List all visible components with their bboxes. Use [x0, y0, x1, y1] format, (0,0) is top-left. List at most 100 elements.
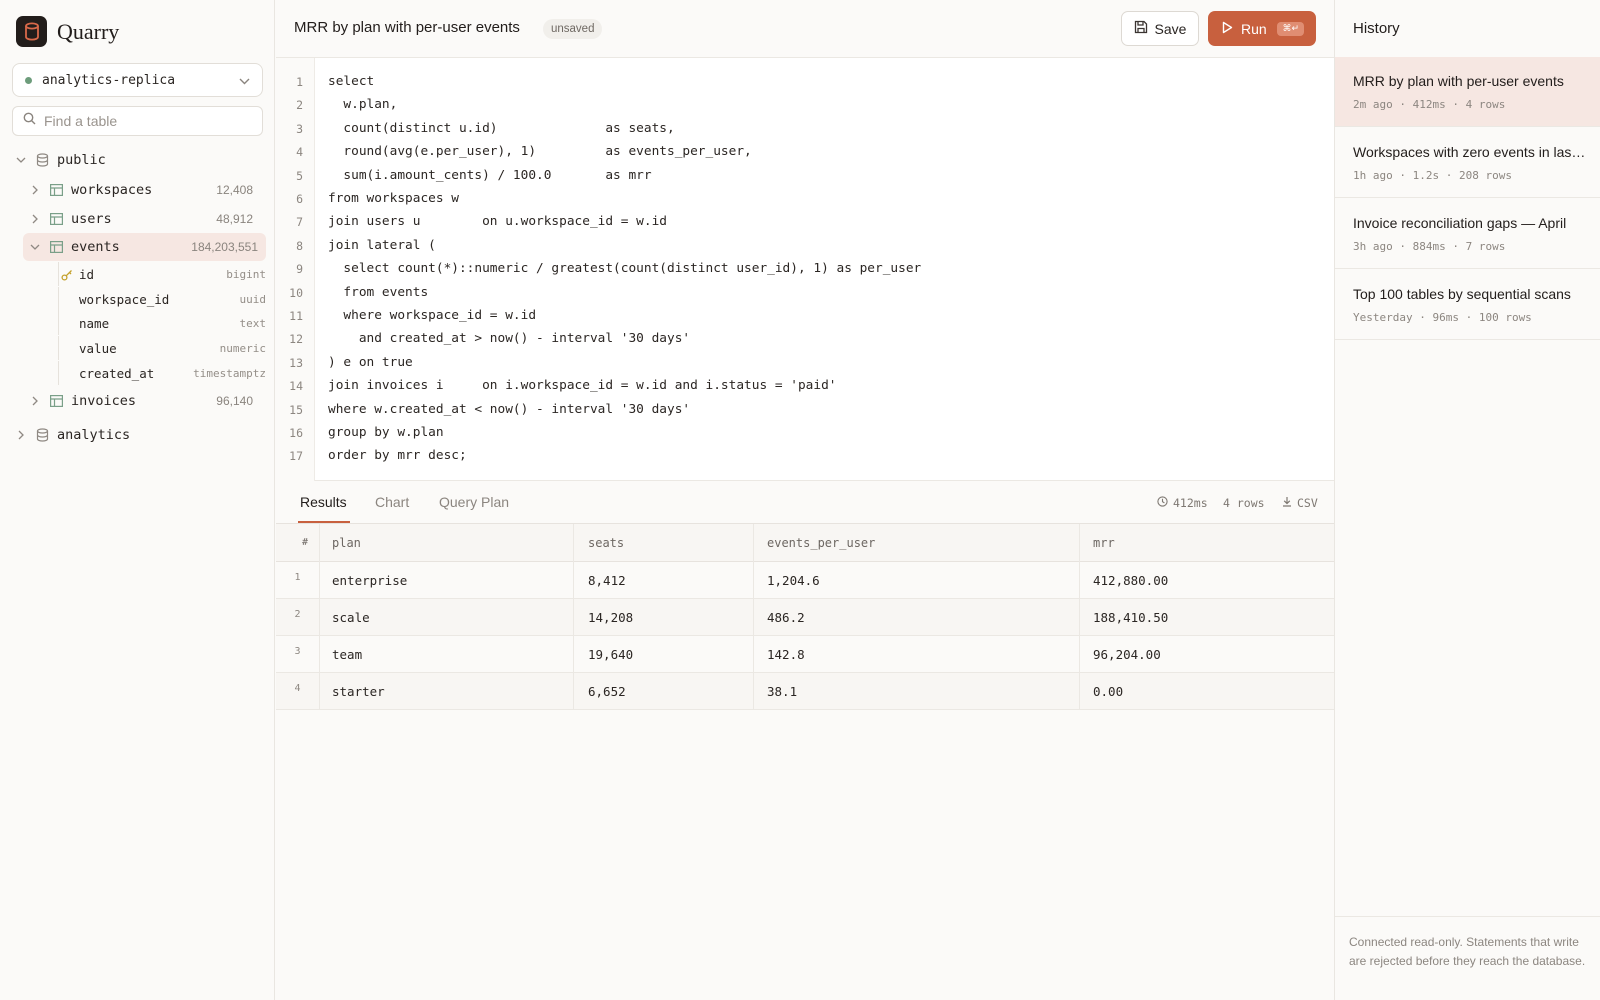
schema-sidebar: Quarry analytics-replica public workspac… — [0, 0, 275, 1000]
query-workspace: MRR by plan with per-user events unsaved… — [276, 0, 1334, 1000]
history-item-name: Invoice reconciliation gaps — April — [1353, 215, 1567, 231]
line-number: 5 — [296, 168, 303, 183]
column-header[interactable]: mrr — [1093, 536, 1115, 550]
line-number: 13 — [289, 355, 303, 370]
export-csv-button[interactable]: CSV — [1282, 496, 1318, 510]
table-cell: enterprise — [332, 573, 408, 588]
row-number: 2 — [294, 609, 301, 620]
table-row[interactable]: 4 starter 6,652 38.1 0.00 — [276, 673, 1334, 710]
find-table-input[interactable] — [44, 113, 244, 129]
history-item-name: MRR by plan with per-user events — [1353, 73, 1564, 89]
table-row-count: 12,408 — [216, 183, 253, 197]
download-icon — [1282, 496, 1292, 510]
tree-table-invoices[interactable]: invoices 96,140 — [30, 390, 267, 412]
run-button[interactable]: Run ⌘↵ — [1208, 11, 1316, 46]
code-line: join users u on u.workspace_id = w.id — [328, 214, 667, 230]
read-only-notice: Connected read-only. Statements that wri… — [1335, 916, 1600, 1000]
history-title: History — [1353, 20, 1400, 37]
code-line: select count(*)::numeric / greatest(coun… — [328, 261, 922, 277]
table-cell: 188,410.50 — [1093, 610, 1169, 625]
table-row[interactable]: 3 team 19,640 142.8 96,204.00 — [276, 636, 1334, 673]
table-icon — [50, 241, 63, 253]
column-workspace-id[interactable]: workspace_id uuid — [58, 287, 266, 311]
table-row[interactable]: 2 scale 14,208 486.2 188,410.50 — [276, 599, 1334, 636]
table-icon — [50, 395, 63, 407]
tab-chart[interactable]: Chart — [375, 494, 409, 510]
row-number: 4 — [294, 683, 301, 694]
table-name: users — [71, 211, 112, 227]
code-line: round(avg(e.per_user), 1) as events_per_… — [328, 144, 752, 160]
chevron-right-icon — [16, 430, 26, 440]
column-id[interactable]: id bigint — [58, 262, 266, 286]
table-name: workspaces — [71, 182, 153, 198]
line-number: 17 — [289, 449, 303, 464]
column-type: timestamptz — [193, 366, 266, 380]
column-name: value — [79, 340, 117, 356]
table-cell: 6,652 — [588, 684, 626, 699]
run-label: Run — [1241, 20, 1267, 37]
history-item-meta: 2m ago · 412ms · 4 rows — [1353, 98, 1506, 111]
history-item[interactable]: MRR by plan with per-user events 2m ago … — [1335, 57, 1600, 127]
key-icon — [61, 268, 73, 286]
clock-icon — [1157, 496, 1168, 510]
code-line: and created_at > now() - interval '30 da… — [328, 331, 691, 347]
table-name: invoices — [71, 393, 137, 409]
history-item[interactable]: Invoice reconciliation gaps — April 3h a… — [1335, 199, 1600, 269]
column-type: uuid — [239, 292, 267, 306]
save-button[interactable]: Save — [1121, 11, 1199, 46]
chevron-down-icon — [16, 157, 26, 163]
app-name: Quarry — [57, 18, 120, 44]
line-number: 7 — [296, 215, 303, 230]
sql-editor[interactable]: 1 select 2 w.plan, 3 count(distinct u.id) a… — [276, 58, 1334, 481]
history-item-name: Top 100 tables by sequential scans — [1353, 286, 1571, 302]
line-number: 9 — [296, 262, 303, 277]
column-header[interactable]: seats — [588, 536, 624, 550]
line-number: 15 — [289, 402, 303, 417]
connection-select[interactable]: analytics-replica — [12, 63, 263, 97]
brand: Quarry — [16, 16, 119, 47]
line-number: 16 — [289, 426, 303, 440]
tab-query-plan[interactable]: Query Plan — [439, 494, 509, 510]
schema-icon — [36, 153, 49, 167]
history-item-meta: Yesterday · 96ms · 100 rows — [1353, 311, 1532, 324]
history-item[interactable]: Top 100 tables by sequential scans Yeste… — [1335, 270, 1600, 340]
search-icon — [23, 112, 36, 130]
line-number: 2 — [296, 98, 303, 113]
tree-table-users[interactable]: users 48,912 — [30, 208, 267, 230]
elapsed-value: 412ms — [1173, 496, 1208, 510]
chevron-right-icon — [30, 185, 40, 195]
tree-table-workspaces[interactable]: workspaces 12,408 — [30, 179, 267, 201]
tab-results[interactable]: Results — [300, 494, 347, 510]
row-number: 3 — [294, 646, 301, 657]
table-row-count: 184,203,551 — [191, 240, 258, 254]
column-header[interactable]: events_per_user — [767, 536, 875, 550]
run-shortcut: ⌘↵ — [1277, 21, 1304, 36]
find-table-field — [12, 106, 263, 136]
table-cell: starter — [332, 684, 385, 699]
column-created-at[interactable]: created_at timestamptz — [58, 361, 266, 385]
query-title[interactable]: MRR by plan with per-user events — [294, 19, 520, 36]
table-icon — [50, 213, 63, 225]
schema-icon — [36, 428, 49, 442]
column-value[interactable]: value numeric — [58, 336, 266, 360]
table-cell: 1,204.6 — [767, 573, 820, 588]
line-number: 1 — [296, 75, 303, 89]
chevron-right-icon — [30, 396, 40, 406]
column-name: workspace_id — [79, 291, 170, 307]
line-number: 3 — [296, 121, 303, 136]
column-name: id — [79, 266, 95, 282]
history-panel: History MRR by plan with per-user events… — [1334, 0, 1600, 1000]
tree-table-events[interactable]: events 184,203,551 — [23, 233, 266, 261]
column-header[interactable]: plan — [332, 536, 361, 550]
history-item[interactable]: Workspaces with zero events in last 14 d… — [1335, 128, 1600, 198]
tree-schema-analytics[interactable]: analytics — [16, 424, 130, 446]
code-line: count(distinct u.id) as seats, — [328, 120, 675, 136]
line-number: 6 — [296, 192, 303, 206]
table-cell: 19,640 — [588, 647, 634, 662]
tree-schema-public[interactable]: public — [16, 150, 106, 170]
table-cell: 14,208 — [588, 610, 634, 625]
results-tabbar: Results Chart Query Plan 412ms 4 rows CS… — [276, 481, 1334, 524]
table-row[interactable]: 1 enterprise 8,412 1,204.6 412,880.00 — [276, 562, 1334, 599]
line-number: 12 — [289, 332, 303, 347]
column-name-field[interactable]: name text — [58, 311, 266, 335]
